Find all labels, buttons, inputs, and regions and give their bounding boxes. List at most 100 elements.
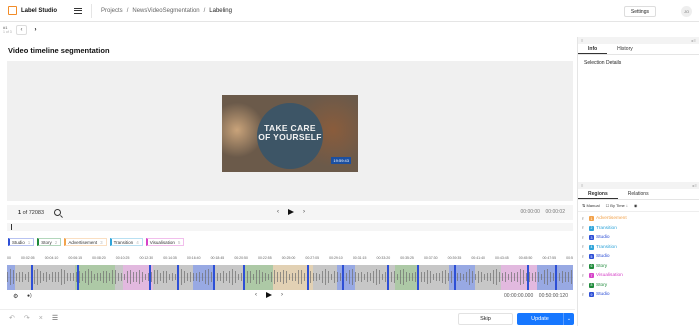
- waveform-region[interactable]: [15, 265, 75, 290]
- region-item[interactable]: ♀ 6 Story: [581, 262, 697, 272]
- logo-icon: [8, 6, 17, 15]
- settings-button[interactable]: Settings: [623, 6, 656, 17]
- region-number: 9: [589, 292, 594, 298]
- breadcrumb-project[interactable]: NewsVideoSegmentation: [132, 8, 199, 14]
- region-marker[interactable]: [243, 265, 245, 290]
- panel-grip[interactable]: ≡ ▸≡: [578, 182, 699, 189]
- app-logo[interactable]: Label Studio: [8, 6, 57, 15]
- microphone-icon: ♀: [581, 272, 585, 279]
- microphone-icon: ♀: [581, 291, 585, 298]
- region-item[interactable]: ♀ 4 Transition: [581, 243, 697, 253]
- gear-icon[interactable]: ⚙: [13, 293, 18, 300]
- waveform-bar: [367, 271, 368, 283]
- region-label: Studio: [596, 254, 610, 260]
- timeline-tick: 00:10:25: [115, 256, 130, 260]
- tab-regions[interactable]: Regions: [578, 189, 618, 199]
- label-story[interactable]: Story 2: [37, 238, 62, 246]
- waveform-bar: [337, 272, 338, 282]
- sort-by-time[interactable]: ☐ By Time ↓: [606, 203, 628, 208]
- region-item[interactable]: ♀ 9 Studio: [581, 290, 697, 300]
- region-item[interactable]: ♀ 2 Transition: [581, 224, 697, 234]
- audio-next-button[interactable]: ›: [281, 292, 283, 298]
- tab-info[interactable]: Info: [578, 44, 608, 54]
- menu-icon[interactable]: [74, 7, 82, 14]
- region-marker[interactable]: [417, 265, 419, 290]
- zoom-icon[interactable]: [54, 209, 62, 216]
- panel-grip-left-icon: ≡: [581, 183, 584, 188]
- label-hotkey: 4: [136, 239, 139, 245]
- next-task-button[interactable]: ›: [30, 25, 41, 35]
- timeline-tick: 00:45:50: [518, 256, 533, 260]
- region-marker[interactable]: [555, 265, 557, 290]
- chevron-left-icon: ‹: [20, 26, 23, 33]
- prev-frame-button[interactable]: ‹: [277, 209, 279, 215]
- duration-time: 00:00:02: [545, 209, 565, 215]
- avatar[interactable]: JO: [681, 6, 692, 17]
- waveform[interactable]: [7, 265, 573, 290]
- skip-button[interactable]: Skip: [458, 313, 513, 325]
- waveform-bar: [451, 271, 452, 283]
- label-visualisation[interactable]: Visualisation 5: [145, 238, 185, 246]
- waveform-bar: [28, 272, 29, 282]
- audio-play-icon[interactable]: [266, 292, 272, 298]
- settings-sliders-icon[interactable]: ☰: [52, 314, 58, 322]
- waveform-bar: [397, 273, 398, 281]
- frame-counter[interactable]: 1 of 72083: [18, 210, 44, 216]
- waveform-bar: [274, 270, 275, 284]
- scrubber-handle[interactable]: [11, 224, 12, 230]
- audio-time-left: 00:00:00.000: [504, 293, 534, 299]
- update-button[interactable]: Update: [517, 313, 563, 325]
- region-marker[interactable]: [213, 265, 215, 290]
- region-marker[interactable]: [342, 265, 344, 290]
- region-marker[interactable]: [31, 265, 33, 290]
- region-marker[interactable]: [149, 265, 151, 290]
- waveform-bar: [16, 273, 17, 281]
- next-frame-button[interactable]: ›: [303, 209, 305, 215]
- video-scrubber[interactable]: [7, 223, 573, 231]
- waveform-bar: [259, 269, 260, 285]
- sort-manual[interactable]: ⇅ Manual: [582, 203, 600, 208]
- region-marker[interactable]: [177, 265, 179, 290]
- play-icon[interactable]: [288, 209, 294, 215]
- video-stage: TAKE CARE OF YOURSELF 19:59:43: [7, 61, 573, 201]
- waveform-bar: [523, 270, 524, 284]
- reset-icon[interactable]: ×: [39, 315, 43, 322]
- volume-icon[interactable]: ●): [27, 293, 32, 299]
- waveform-bar: [268, 273, 269, 281]
- region-marker[interactable]: [454, 265, 456, 290]
- audio-prev-button[interactable]: ‹: [255, 292, 257, 298]
- waveform-bar: [496, 269, 497, 285]
- waveform-bar: [562, 270, 563, 284]
- region-item[interactable]: ♀ 3 Studio: [581, 233, 697, 243]
- task-position: 1 of 3: [3, 29, 12, 34]
- region-item[interactable]: ♀ 5 Studio: [581, 252, 697, 262]
- label-transition[interactable]: Transition 4: [109, 238, 143, 246]
- redo-icon[interactable]: ↷: [24, 314, 30, 322]
- tab-history[interactable]: History: [607, 44, 643, 54]
- waveform-bar: [478, 271, 479, 283]
- label-studio[interactable]: Studio 1: [8, 238, 35, 246]
- region-marker[interactable]: [77, 265, 79, 290]
- region-marker[interactable]: [527, 265, 529, 290]
- region-marker[interactable]: [307, 265, 309, 290]
- region-item[interactable]: ♀ 1 Advertisement: [581, 214, 697, 224]
- chevron-down-icon[interactable]: ⌄: [563, 313, 574, 325]
- breadcrumb-projects[interactable]: Projects: [101, 8, 123, 14]
- waveform-bar: [538, 271, 539, 283]
- waveform-bar: [232, 269, 233, 285]
- annotation-footer: ↶ ↷ × ☰ Skip Update ⌄: [0, 309, 575, 326]
- waveform-bar: [358, 272, 359, 282]
- region-item[interactable]: ♀ 8 Story: [581, 281, 697, 291]
- region-marker[interactable]: [387, 265, 389, 290]
- undo-icon[interactable]: ↶: [9, 314, 15, 322]
- video-frame[interactable]: TAKE CARE OF YOURSELF 19:59:43: [222, 95, 358, 172]
- regions-list: ♀ 1 Advertisement ♀ 2 Transition ♀ 3 Studio ♀ 4 Tra…: [578, 212, 699, 302]
- region-item[interactable]: ♀ 7 Visualisation: [581, 271, 697, 281]
- visibility-icon[interactable]: ◉: [634, 203, 638, 208]
- top-bar: Label Studio Projects / NewsVideoSegment…: [0, 0, 699, 22]
- prev-task-button[interactable]: ‹: [16, 24, 27, 35]
- panel-grip[interactable]: ≡ ▸≡: [578, 37, 699, 44]
- label-advertisement[interactable]: Advertisement 3: [64, 238, 107, 246]
- tab-relations[interactable]: Relations: [618, 189, 659, 199]
- microphone-icon: ♀: [581, 263, 585, 270]
